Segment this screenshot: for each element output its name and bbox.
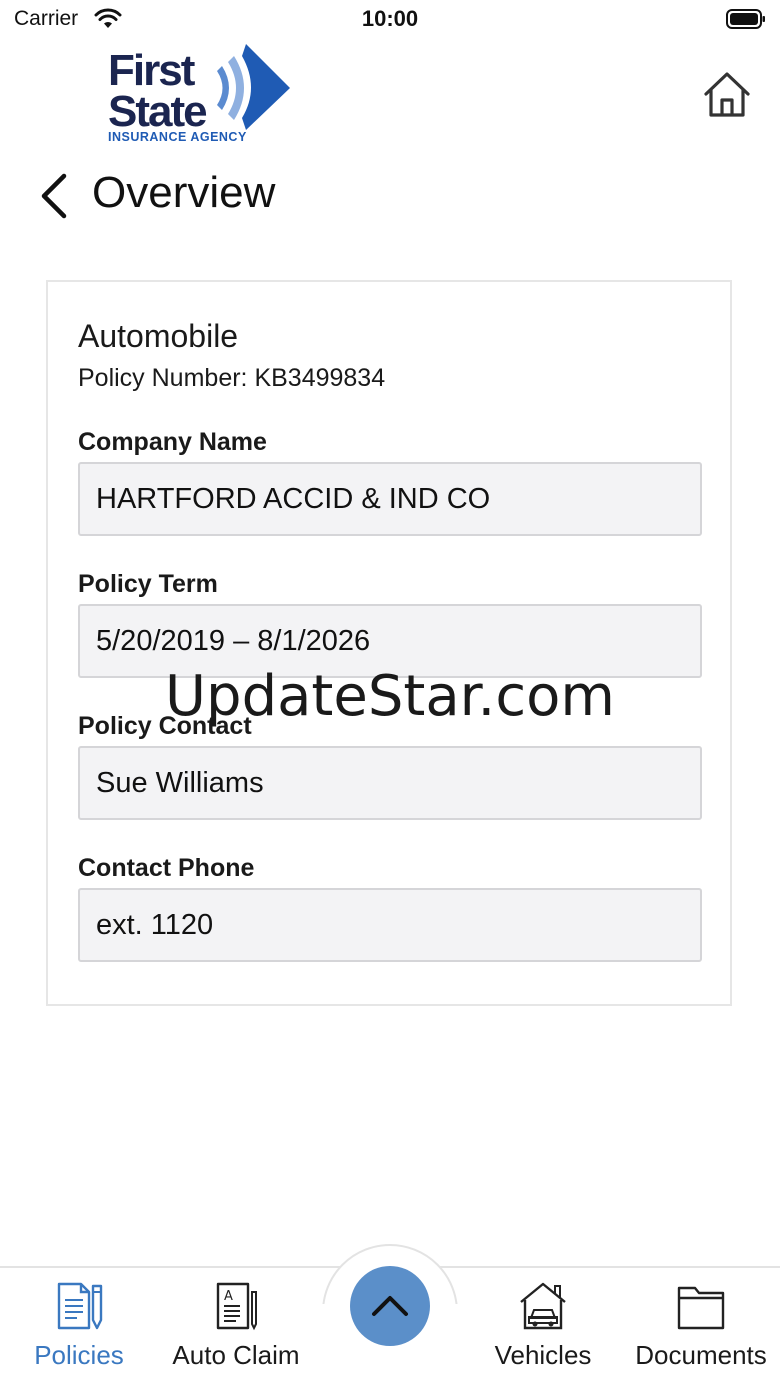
tab-label-auto-claim: Auto Claim	[172, 1340, 300, 1370]
tab-label-documents: Documents	[635, 1340, 767, 1370]
documents-icon	[677, 1286, 725, 1330]
tab-label-policies: Policies	[34, 1340, 124, 1370]
tab-auto-claim[interactable]: A Auto Claim	[158, 1268, 314, 1386]
expand-menu-button[interactable]	[350, 1266, 430, 1346]
status-time: 10:00	[361, 6, 419, 31]
watermark: UpdateStar.com	[165, 664, 615, 729]
tab-vehicles[interactable]: Vehicles	[465, 1268, 621, 1386]
home-button[interactable]	[700, 68, 754, 122]
logo-text-agency: INSURANCE AGENCY	[108, 130, 247, 144]
page-title: Overview	[92, 168, 276, 217]
tab-policies[interactable]: Policies	[1, 1268, 157, 1386]
policy-contact-field: Sue Williams	[78, 746, 702, 820]
svg-text:A: A	[224, 1289, 233, 1304]
auto-claim-icon: A	[216, 1282, 257, 1331]
tab-label-vehicles: Vehicles	[494, 1340, 592, 1370]
first-state-logo: First State INSURANCE AGENCY	[106, 44, 306, 148]
contact-phone-field[interactable]: ext. 1120	[78, 888, 702, 962]
back-button[interactable]	[34, 170, 74, 222]
policy-card: Automobile Policy Number: KB3499834 Comp…	[46, 280, 732, 1006]
policy-term-label: Policy Term	[78, 570, 218, 598]
company-name-field: HARTFORD ACCID & IND CO	[78, 462, 702, 536]
vehicles-icon	[520, 1282, 566, 1330]
battery-icon	[726, 9, 765, 29]
logo-text-state: State	[108, 87, 208, 136]
company-name-label: Company Name	[78, 428, 267, 456]
policies-icon	[57, 1282, 103, 1330]
policy-type: Automobile	[78, 318, 239, 354]
logo-mark-icon	[217, 44, 290, 130]
tab-documents[interactable]: Documents	[623, 1268, 779, 1386]
status-bar: Carrier 10:00	[0, 0, 780, 40]
chevron-up-icon	[372, 1296, 408, 1316]
policy-number: Policy Number: KB3499834	[78, 364, 386, 392]
contact-phone-label: Contact Phone	[78, 854, 255, 882]
